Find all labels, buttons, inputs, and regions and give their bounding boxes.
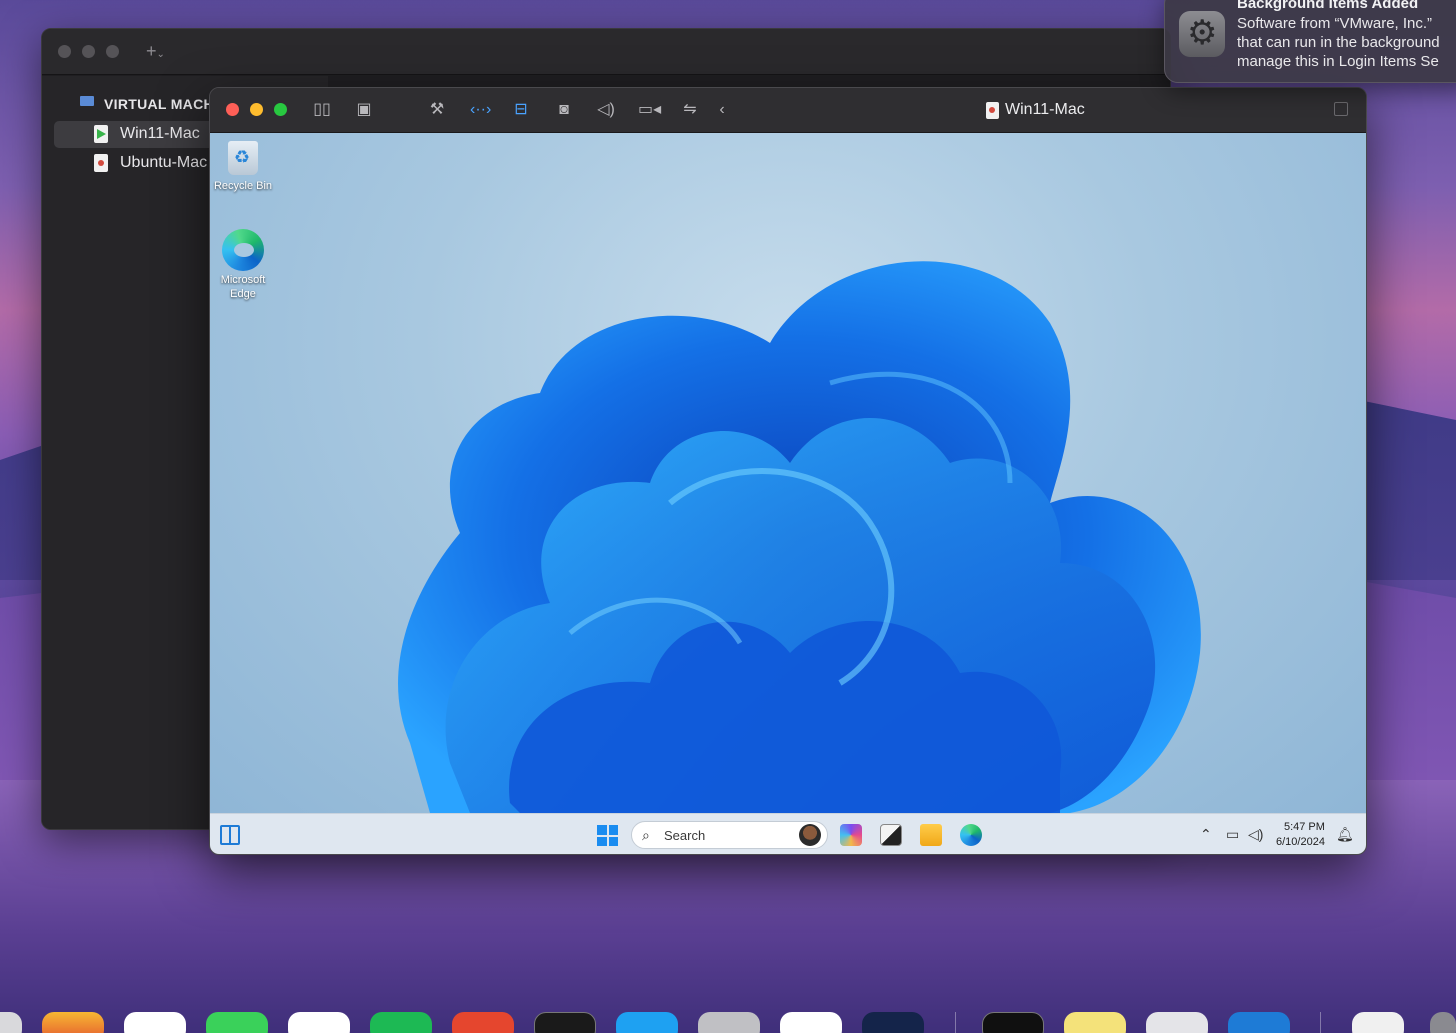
xcode-icon[interactable] (616, 1012, 678, 1033)
taskbar-search[interactable]: ⌕ Search (631, 821, 828, 849)
preview-icon[interactable] (1146, 1012, 1208, 1033)
notification-line: manage this in Login Items Se (1237, 53, 1439, 70)
task-view-icon[interactable] (880, 824, 902, 846)
computer-icon (80, 96, 94, 106)
volume-icon[interactable]: ◁) (1248, 826, 1263, 843)
add-icon: + (146, 41, 157, 61)
copilot-icon[interactable] (840, 824, 862, 846)
pause-icon[interactable]: ▯▯ (312, 100, 332, 120)
network-icon[interactable]: ‹··› (470, 100, 491, 120)
library-titlebar: +⌄ (42, 29, 1170, 75)
chevron-down-icon: ⌄ (156, 49, 165, 60)
notification-bell-icon[interactable]: 🔔︎ (1336, 826, 1354, 843)
vm-title: Win11-Mac (1005, 101, 1085, 118)
messages-icon[interactable] (206, 1012, 268, 1033)
trash-icon[interactable] (1430, 1012, 1456, 1033)
network-status-icon[interactable]: ▭ (1226, 826, 1239, 843)
library-section-title: VIRTUAL MACH (104, 96, 214, 112)
spotify-icon[interactable] (370, 1012, 432, 1033)
background-items-notification[interactable]: Background Items Added Software from “VM… (1164, 0, 1456, 83)
safari-icon[interactable] (124, 1012, 186, 1033)
search-highlight-avatar (799, 824, 821, 846)
recycle-bin-icon (228, 141, 258, 175)
dock (0, 1000, 1456, 1033)
system-settings-icon (1179, 11, 1225, 57)
notification-line: Software from “VMware, Inc.” (1237, 15, 1433, 32)
vm-stopped-icon (94, 154, 108, 172)
minimize-button[interactable] (250, 103, 263, 116)
edge-icon (222, 229, 264, 271)
app-store-icon[interactable] (288, 1012, 350, 1033)
usb-icon[interactable]: ⇋ (680, 100, 700, 120)
library-close-button[interactable] (58, 45, 71, 58)
bloom-wallpaper (398, 261, 1201, 813)
chevron-up-icon[interactable]: ⌃ (1200, 826, 1212, 843)
fullscreen-icon[interactable] (1334, 102, 1348, 116)
system-settings-dock-icon[interactable] (698, 1012, 760, 1033)
taskbar-clock[interactable]: 5:47 PM 6/10/2024 (1276, 820, 1325, 850)
vm-window: ▯▯ ▣ ⚒ ‹··› ⊟ ◙ ◁) ▭◂ ⇋ ‹ Win11-Mac ♻ Re… (209, 87, 1367, 855)
dock-app-icon[interactable] (0, 1012, 22, 1033)
desktop-icon-recycle-bin[interactable]: Recycle Bin (210, 141, 276, 193)
clock-time: 5:47 PM (1283, 821, 1325, 833)
widgets-icon[interactable] (220, 825, 240, 845)
search-placeholder: Search (664, 828, 706, 843)
desktop-icon-edge[interactable]: Microsoft Edge (210, 229, 276, 301)
desktop-icon-label: Microsoft Edge (220, 274, 266, 300)
file-explorer-icon[interactable] (920, 824, 942, 846)
steam-icon[interactable] (862, 1012, 924, 1033)
disk-icon[interactable]: ⊟ (511, 100, 531, 120)
firefox-icon[interactable] (42, 1012, 104, 1033)
notes-icon[interactable] (1064, 1012, 1126, 1033)
add-vm-button[interactable]: +⌄ (146, 41, 165, 62)
notification-title: Background Items Added (1237, 0, 1419, 12)
close-button[interactable] (226, 103, 239, 116)
desktop-icon-label: Recycle Bin (213, 180, 273, 192)
vm-item-label: Ubuntu-Mac (120, 154, 208, 171)
document-icon[interactable] (1352, 1012, 1404, 1033)
camera-icon[interactable]: ▭◂ (638, 100, 661, 120)
zoom-button[interactable] (274, 103, 287, 116)
library-minimize-button[interactable] (82, 45, 95, 58)
sound-icon[interactable]: ◁) (596, 100, 616, 120)
vscode-icon[interactable] (780, 1012, 842, 1033)
windows-desktop[interactable]: Recycle Bin Microsoft Edge (210, 133, 1366, 813)
notification-line: that can run in the background (1237, 34, 1440, 51)
windows-taskbar: ⌕ Search ⌃ ▭ ◁) 5:47 PM 6/10/2024 🔔︎ (210, 813, 1366, 854)
vm-title-icon (986, 102, 999, 119)
vmware-fusion-icon[interactable] (1228, 1012, 1290, 1033)
vm-running-icon (94, 125, 108, 143)
back-chevron-icon[interactable]: ‹ (712, 100, 732, 120)
user-icon[interactable]: ◙ (554, 100, 574, 120)
dock-separator (955, 1012, 956, 1033)
vm-item-label: Win11-Mac (120, 125, 200, 142)
settings-wrench-icon[interactable]: ⚒ (427, 100, 447, 120)
edge-taskbar-icon[interactable] (960, 824, 982, 846)
start-button[interactable] (597, 825, 618, 846)
library-zoom-button[interactable] (106, 45, 119, 58)
dock-separator (1320, 1012, 1321, 1033)
search-icon: ⌕ (642, 827, 650, 843)
terminal-icon[interactable] (534, 1012, 596, 1033)
iterm-icon[interactable] (982, 1012, 1044, 1033)
clock-date: 6/10/2024 (1276, 836, 1325, 848)
vm-titlebar: ▯▯ ▣ ⚒ ‹··› ⊟ ◙ ◁) ▭◂ ⇋ ‹ Win11-Mac (210, 88, 1366, 133)
red-app-icon[interactable] (452, 1012, 514, 1033)
snapshot-icon[interactable]: ▣ (354, 100, 374, 120)
